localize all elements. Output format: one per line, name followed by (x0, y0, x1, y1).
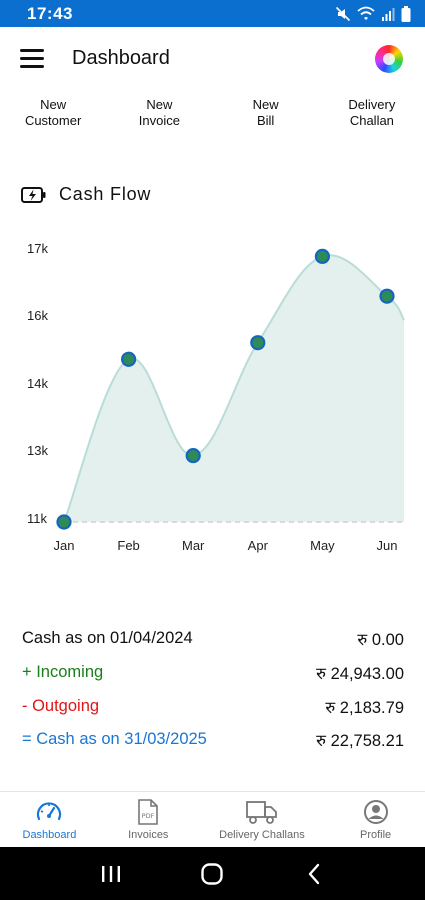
data-point-feb[interactable] (121, 351, 137, 367)
battery-icon (401, 5, 411, 22)
data-point-jan[interactable] (56, 514, 72, 530)
status-time: 17:43 (27, 3, 73, 23)
cash-flow-heading: Cash Flow (21, 184, 151, 205)
delivery-challan-button[interactable]: Delivery Challan (319, 96, 425, 132)
opening-cash-label: Cash as on 01/04/2024 (22, 629, 193, 648)
quick-action-label: Delivery (348, 97, 396, 112)
bottom-nav: Dashboard PDF Invoices Delivery Challans… (0, 791, 425, 847)
quick-action-label: Challan (349, 113, 394, 128)
cash-summary: Cash as on 01/04/2024 रु 0.00 + Incoming… (22, 622, 404, 757)
closing-cash-row: = Cash as on 31/03/2025 रु 22,758.21 (22, 723, 404, 757)
data-point-apr[interactable] (250, 335, 266, 351)
menu-button[interactable] (20, 49, 50, 71)
speedometer-icon (37, 802, 62, 821)
y-tick-label: 16k (27, 308, 48, 323)
chart-area-fill (64, 255, 404, 522)
outgoing-row: - Outgoing रु 2,183.79 (22, 689, 404, 723)
back-button[interactable] (294, 859, 334, 889)
incoming-value: रु 24,943.00 (316, 665, 404, 684)
pdf-file-icon: PDF (138, 799, 159, 825)
home-icon (201, 862, 224, 885)
wifi-icon (357, 6, 375, 20)
user-circle-icon (363, 800, 388, 824)
nav-invoices[interactable]: PDF Invoices (99, 792, 198, 847)
x-tick-label: May (310, 538, 335, 553)
recent-apps-icon (101, 865, 120, 882)
data-point-mar[interactable] (185, 447, 201, 464)
data-point-jun[interactable] (379, 288, 395, 304)
mute-icon (335, 6, 351, 21)
recent-apps-button[interactable] (91, 859, 131, 889)
status-bar: 17:43 (0, 0, 425, 27)
opening-cash-row: Cash as on 01/04/2024 रु 0.00 (22, 622, 404, 656)
system-nav-bar (0, 847, 425, 900)
new-customer-button[interactable]: New Customer (0, 96, 106, 132)
closing-cash-label: = Cash as on 31/03/2025 (22, 730, 207, 749)
truck-icon (246, 801, 277, 824)
quick-action-label: Bill (256, 113, 275, 128)
x-tick-label: Mar (182, 538, 205, 553)
y-tick-label: 17k (27, 241, 48, 256)
menu-icon-bar (20, 49, 44, 52)
quick-action-label: Invoice (138, 113, 180, 128)
page-title: Dashboard (72, 47, 170, 69)
nav-label: Profile (360, 829, 392, 841)
incoming-row: + Incoming रु 24,943.00 (22, 656, 404, 690)
outgoing-value: रु 2,183.79 (325, 698, 404, 717)
back-icon (308, 863, 320, 884)
avatar[interactable] (375, 45, 403, 73)
y-tick-label: 13k (27, 443, 48, 458)
x-tick-label: Jun (377, 538, 398, 553)
quick-action-label: Customer (24, 113, 82, 128)
outgoing-label: - Outgoing (22, 696, 100, 715)
y-tick-label: 11k (27, 511, 47, 526)
x-tick-label: Jan (54, 538, 75, 553)
menu-icon-bar (20, 65, 44, 68)
nav-dashboard[interactable]: Dashboard (0, 792, 99, 847)
status-icons (335, 5, 411, 22)
app-bar: Dashboard (0, 27, 425, 91)
incoming-label: + Incoming (22, 663, 104, 682)
quick-action-label: New (40, 97, 67, 112)
cash-flow-chart-svg: 17k 16k 14k 13k 11k Jan Feb Mar Apr May Jun (27, 241, 405, 553)
opening-cash-value: रु 0.00 (357, 631, 404, 650)
x-tick-label: Feb (117, 538, 139, 553)
home-button[interactable] (192, 859, 232, 889)
section-title: Cash Flow (59, 184, 152, 204)
nav-label: Dashboard (22, 829, 77, 841)
nav-label: Delivery Challans (219, 829, 305, 841)
quick-actions: New Customer New Invoice New Bill Delive… (0, 96, 425, 132)
x-tick-label: Apr (248, 538, 269, 553)
svg-text:PDF: PDF (142, 812, 155, 820)
signal-icon (382, 7, 395, 21)
battery-charging-icon (21, 186, 46, 203)
y-tick-label: 14k (27, 376, 48, 391)
nav-label: Invoices (128, 829, 169, 841)
nav-profile[interactable]: Profile (326, 792, 425, 847)
quick-action-label: New (146, 97, 173, 112)
nav-delivery-challans[interactable]: Delivery Challans (198, 792, 326, 847)
menu-icon-bar (20, 57, 44, 60)
cash-flow-chart: 17k 16k 14k 13k 11k Jan Feb Mar Apr May Jun (0, 225, 425, 565)
new-bill-button[interactable]: New Bill (213, 96, 319, 132)
new-invoice-button[interactable]: New Invoice (106, 96, 212, 132)
closing-cash-value: रु 22,758.21 (316, 732, 404, 751)
data-point-may[interactable] (314, 248, 330, 264)
quick-action-label: New (252, 97, 279, 112)
